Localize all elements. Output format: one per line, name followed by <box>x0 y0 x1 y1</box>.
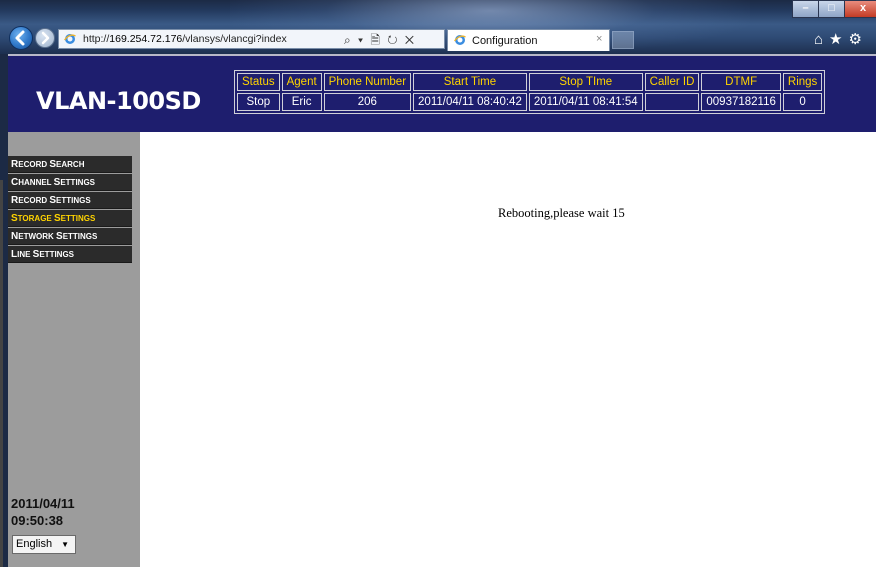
col-caller-id: Caller ID <box>644 73 700 91</box>
status-header-row: Status Agent Phone Number Start Time Sto… <box>237 73 823 91</box>
menu-label: ETTINGS <box>39 250 75 259</box>
address-bar[interactable]: http://169.254.72.176/vlansys/vlancgi?in… <box>58 29 445 49</box>
menu-label: INE <box>17 250 33 259</box>
arrow-right-icon <box>41 31 50 45</box>
current-date: 2011/04/11 <box>11 496 75 511</box>
menu-label: ECORD <box>18 196 50 205</box>
col-start-time: Start Time <box>413 73 527 91</box>
value-phone-number: 206 <box>323 93 412 111</box>
menu-label-cap: S <box>56 231 63 242</box>
menu-item-line-settings[interactable]: LINE SETTINGS <box>8 246 132 263</box>
value-agent: Eric <box>281 93 322 111</box>
url-path: /vlansys/vlancgi?index <box>182 33 287 45</box>
channel-status-table: Status Agent Phone Number Start Time Sto… <box>234 70 826 114</box>
close-icon[interactable]: × <box>596 33 602 45</box>
settings-menu: RECORD SEARCH CHANNEL SETTINGS RECORD SE… <box>8 156 132 264</box>
forward-button[interactable] <box>35 28 55 48</box>
value-dtmf: 00937182116 <box>701 93 781 111</box>
menu-label: TORAGE <box>17 214 54 223</box>
col-stop-time: Stop TIme <box>528 73 643 91</box>
tab-title: Configuration <box>472 35 538 47</box>
clock: 2011/04/11 09:50:38 <box>11 495 75 529</box>
menu-item-network-settings[interactable]: NETWORK SETTINGS <box>8 228 132 245</box>
status-value-row: Stop Eric 206 2011/04/11 08:40:42 2011/0… <box>237 93 823 111</box>
language-value: English <box>16 538 53 550</box>
toolbar-icons[interactable]: ⌂★⚙ <box>814 30 868 48</box>
browser-chrome: http://169.254.72.176/vlansys/vlancgi?in… <box>0 0 876 54</box>
maximize-icon: □ <box>828 2 835 14</box>
close-icon: x <box>859 2 867 14</box>
product-logo: VLAN-100SD <box>36 87 201 115</box>
minimize-button[interactable]: – <box>792 0 819 18</box>
menu-label: ECORD <box>18 160 50 169</box>
url-text[interactable]: http://169.254.72.176/vlansys/vlancgi?in… <box>83 33 287 45</box>
value-status: Stop <box>237 93 280 111</box>
arrow-left-icon <box>15 30 25 46</box>
url-host: 169.254.72.176 <box>109 33 183 45</box>
value-caller-id <box>644 93 700 111</box>
menu-item-record-search[interactable]: RECORD SEARCH <box>8 156 132 173</box>
menu-label: HANNEL <box>18 178 54 187</box>
menu-label-cap: S <box>53 213 61 224</box>
language-select[interactable]: English ▼ <box>12 535 76 554</box>
back-button[interactable] <box>9 26 33 50</box>
value-rings: 0 <box>782 93 823 111</box>
col-phone-number: Phone Number <box>323 73 412 91</box>
menu-item-channel-settings[interactable]: CHANNEL SETTINGS <box>8 174 132 191</box>
url-prefix: http:// <box>83 33 110 45</box>
ie-logo-icon <box>64 34 76 44</box>
col-agent: Agent <box>281 73 322 91</box>
close-window-button[interactable]: x <box>844 0 876 18</box>
window-edge-line <box>0 180 3 567</box>
menu-label: ETTINGS <box>56 196 91 205</box>
ie-logo-icon <box>454 35 466 45</box>
page-header: VLAN-100SD Status Agent Phone Number Sta… <box>8 54 876 132</box>
col-dtmf: DTMF <box>701 73 781 91</box>
col-status: Status <box>237 73 280 91</box>
value-start-time: 2011/04/11 08:40:42 <box>413 93 527 111</box>
menu-label-cap: S <box>11 213 18 224</box>
menu-item-record-settings[interactable]: RECORD SETTINGS <box>8 192 132 209</box>
current-time: 09:50:38 <box>11 513 64 528</box>
tab-configuration[interactable]: Configuration × <box>447 29 610 51</box>
menu-label: ETWORK <box>18 232 57 241</box>
reboot-message: Rebooting,please wait 15 <box>498 206 625 220</box>
value-stop-time: 2011/04/11 08:41:54 <box>528 93 643 111</box>
menu-label: ETTINGS <box>62 232 98 241</box>
col-rings: Rings <box>782 73 823 91</box>
chevron-down-icon: ▼ <box>61 540 69 549</box>
new-tab-button[interactable] <box>612 31 634 49</box>
address-tools[interactable]: ⌕ ▾ 🗎 ↻ ✕ <box>344 31 416 52</box>
menu-label: ETTINGS <box>60 178 95 187</box>
maximize-button[interactable]: □ <box>818 0 845 18</box>
sidebar: RECORD SEARCH CHANNEL SETTINGS RECORD SE… <box>8 132 140 567</box>
menu-label: ETTINGS <box>60 214 96 223</box>
menu-item-storage-settings[interactable]: STORAGE SETTINGS <box>8 210 132 227</box>
minimize-icon: – <box>802 2 809 14</box>
menu-label: EARCH <box>56 160 85 169</box>
